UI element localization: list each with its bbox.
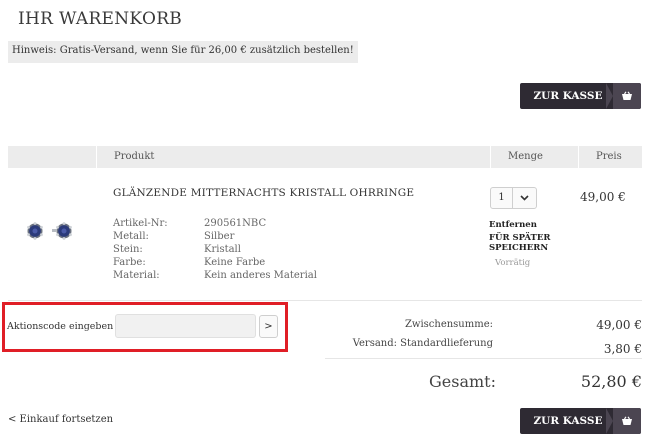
attribute-label: Artikel-Nr:: [113, 218, 168, 229]
promo-submit-button[interactable]: >: [259, 315, 278, 338]
shipping-label: Versand: Standardlieferung: [352, 338, 493, 349]
product-name[interactable]: GLÄNZENDE MITTERNACHTS KRISTALL OHRRINGE: [113, 187, 414, 199]
summary-divider: [325, 358, 642, 359]
column-header-price: Preis: [596, 151, 622, 162]
attribute-label: Metall:: [113, 231, 149, 242]
basket-icon: [613, 408, 641, 434]
attribute-value: Kein anderes Material: [204, 270, 317, 281]
row-divider: [8, 300, 642, 301]
subtotal-label: Zwischensumme:: [404, 319, 493, 330]
quantity-select[interactable]: 1: [490, 187, 537, 209]
save-for-later-link[interactable]: FÜR SPÄTER SPEICHERN: [489, 233, 559, 253]
stock-status: Vorrätig: [495, 258, 531, 268]
checkout-button-bottom[interactable]: ZUR KASSE: [520, 408, 641, 434]
attribute-value: Kristall: [204, 244, 241, 255]
total-value: 52,80 €: [580, 372, 642, 391]
cart-table-header: Produkt Menge Preis: [8, 146, 642, 168]
item-price: 49,00 €: [580, 190, 626, 204]
attribute-value: 290561NBC: [204, 218, 267, 229]
subtotal-value: 49,00 €: [596, 318, 642, 332]
button-arrow-decoration: [606, 408, 613, 434]
remove-item-link[interactable]: Entfernen: [489, 220, 537, 230]
attribute-value: Keine Farbe: [204, 257, 266, 268]
continue-shopping-link[interactable]: < Einkauf fortsetzen: [8, 414, 113, 425]
quantity-value: 1: [491, 188, 513, 208]
promo-code-label: Aktionscode eingeben: [7, 321, 114, 332]
column-divider: [490, 146, 491, 168]
page-title: IHR WARENKORB: [18, 9, 183, 29]
checkout-button-top[interactable]: ZUR KASSE: [520, 83, 641, 109]
column-divider: [578, 146, 579, 168]
promo-code-input[interactable]: [115, 314, 256, 338]
column-divider: [96, 146, 97, 168]
attribute-value: Silber: [204, 231, 235, 242]
product-image[interactable]: [24, 219, 80, 245]
button-arrow-decoration: [606, 83, 613, 109]
shipping-value: 3,80 €: [603, 342, 642, 356]
chevron-down-icon: [513, 195, 536, 201]
total-label: Gesamt:: [429, 372, 496, 391]
basket-icon: [613, 83, 641, 109]
checkout-button-label: ZUR KASSE: [533, 90, 603, 102]
attribute-label: Material:: [113, 270, 160, 281]
checkout-button-label: ZUR KASSE: [533, 415, 603, 427]
free-shipping-notice: Hinweis: Gratis-Versand, wenn Sie für 26…: [8, 41, 358, 63]
column-header-product: Produkt: [114, 151, 155, 162]
earrings-image: [27, 222, 72, 240]
product-attribute-values: 290561NBC Silber Kristall Keine Farbe Ke…: [204, 217, 317, 282]
product-attribute-labels: Artikel-Nr: Metall: Stein: Farbe: Materi…: [113, 217, 168, 282]
attribute-label: Farbe:: [113, 257, 146, 268]
column-header-quantity: Menge: [508, 151, 543, 162]
attribute-label: Stein:: [113, 244, 143, 255]
